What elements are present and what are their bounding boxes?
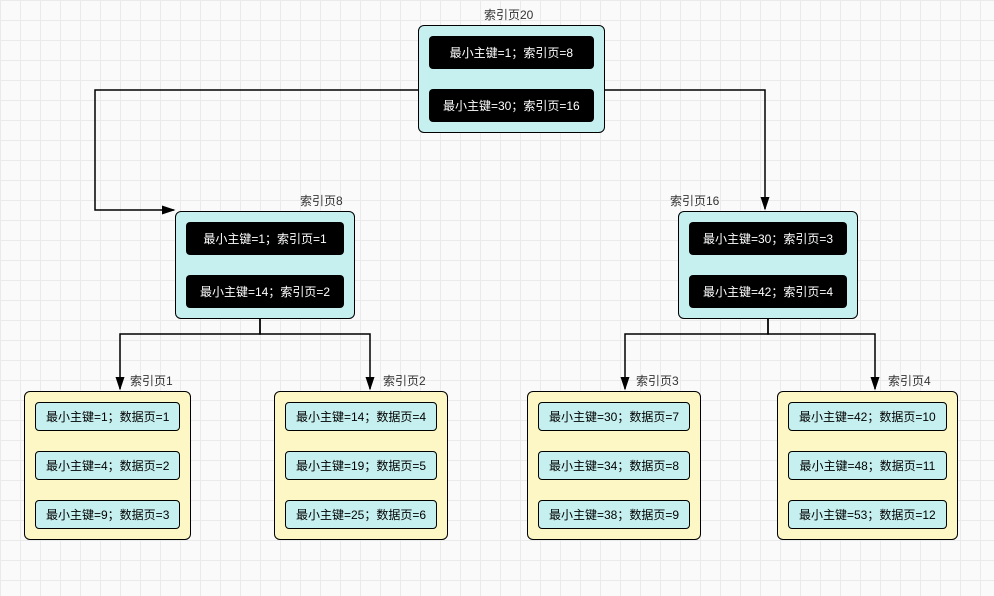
leaf2-entry-1: 最小主键=19；数据页=5 <box>285 451 437 480</box>
root-node: 最小主键=1；索引页=8 最小主键=30；索引页=16 <box>418 25 605 133</box>
leaf1-entry-0: 最小主键=1；数据页=1 <box>35 402 180 431</box>
leaf2-title: 索引页2 <box>383 372 426 389</box>
leaf3-node: 最小主键=30；数据页=7 最小主键=34；数据页=8 最小主键=38；数据页=… <box>527 391 701 540</box>
leaf3-entry-2: 最小主键=38；数据页=9 <box>538 500 690 529</box>
leaf2-entry-0: 最小主键=14；数据页=4 <box>285 402 437 431</box>
leaf4-entry-2: 最小主键=53；数据页=12 <box>788 500 947 529</box>
leaf1-node: 最小主键=1；数据页=1 最小主键=4；数据页=2 最小主键=9；数据页=3 <box>24 391 191 540</box>
mid-left-entry-1: 最小主键=14；索引页=2 <box>186 275 344 308</box>
leaf1-entry-2: 最小主键=9；数据页=3 <box>35 500 180 529</box>
leaf1-entry-1: 最小主键=4；数据页=2 <box>35 451 180 480</box>
mid-right-node: 最小主键=30；索引页=3 最小主键=42；索引页=4 <box>678 211 858 319</box>
leaf3-entry-0: 最小主键=30；数据页=7 <box>538 402 690 431</box>
root-title: 索引页20 <box>484 6 533 23</box>
leaf2-entry-2: 最小主键=25；数据页=6 <box>285 500 437 529</box>
mid-left-node: 最小主键=1；索引页=1 最小主键=14；索引页=2 <box>175 211 355 319</box>
leaf2-node: 最小主键=14；数据页=4 最小主键=19；数据页=5 最小主键=25；数据页=… <box>274 391 448 540</box>
mid-right-entry-0: 最小主键=30；索引页=3 <box>689 222 847 255</box>
leaf3-title: 索引页3 <box>636 372 679 389</box>
root-entry-1: 最小主键=30；索引页=16 <box>429 89 594 122</box>
mid-right-title: 索引页16 <box>670 192 719 209</box>
mid-right-entry-1: 最小主键=42；索引页=4 <box>689 275 847 308</box>
mid-left-title: 索引页8 <box>300 192 343 209</box>
leaf4-entry-0: 最小主键=42；数据页=10 <box>788 402 947 431</box>
leaf3-entry-1: 最小主键=34；数据页=8 <box>538 451 690 480</box>
leaf4-entry-1: 最小主键=48；数据页=11 <box>788 451 947 480</box>
mid-left-entry-0: 最小主键=1；索引页=1 <box>186 222 344 255</box>
leaf4-node: 最小主键=42；数据页=10 最小主键=48；数据页=11 最小主键=53；数据… <box>777 391 958 540</box>
leaf4-title: 索引页4 <box>888 372 931 389</box>
root-entry-0: 最小主键=1；索引页=8 <box>429 36 594 69</box>
leaf1-title: 索引页1 <box>130 372 173 389</box>
